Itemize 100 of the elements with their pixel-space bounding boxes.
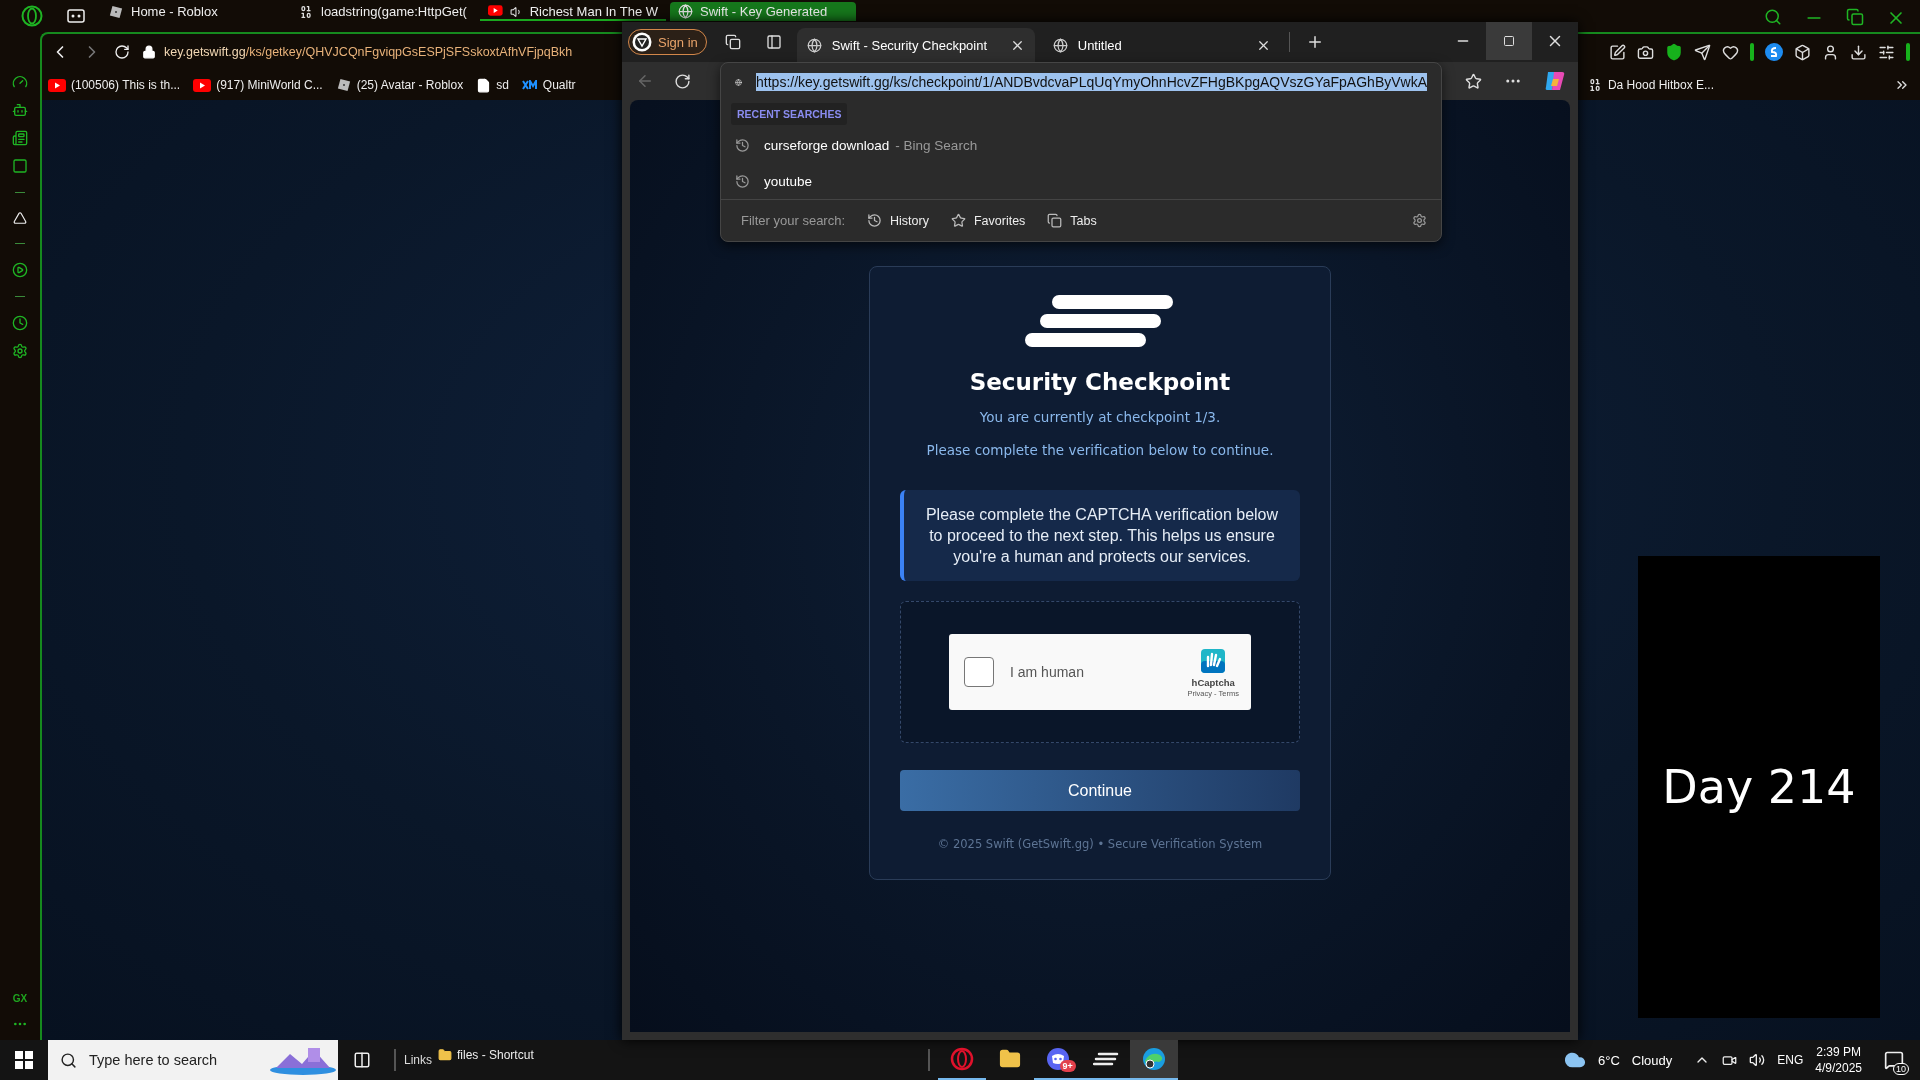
weather-temperature: 6°C [1597, 1052, 1620, 1068]
history-icon [735, 173, 750, 189]
language-indicator[interactable]: ENG [1777, 1053, 1804, 1067]
page-title: Security Checkpoint [969, 369, 1231, 395]
logo-icon [1025, 295, 1175, 347]
copilot-icon[interactable] [1544, 70, 1566, 92]
address-field[interactable]: https://key.getswift.gg/ks/checkpoint/1/ANDBvdcvaPLqUqYmyOhnHcvZFHgBKpgAQVszGYaFpAGhByVwkA [756, 73, 1427, 91]
filter-option[interactable]: Tabs [1047, 213, 1097, 228]
download-icon[interactable] [1850, 43, 1867, 61]
globe-icon [806, 37, 822, 53]
search-icon[interactable] [1764, 8, 1782, 26]
filter-option[interactable]: Favorites [950, 213, 1026, 228]
desktop-shortcut[interactable]: files - Shortcut [438, 1048, 534, 1062]
search-icon [60, 1051, 77, 1069]
folder-icon [438, 1048, 452, 1062]
gx-label: GX [12, 993, 28, 1004]
user-icon[interactable] [1822, 43, 1839, 61]
notifications-icon[interactable] [1884, 1050, 1904, 1070]
heart-icon[interactable] [1722, 43, 1739, 61]
taskbar-app[interactable] [1129, 1040, 1178, 1080]
bookmark[interactable]: (917) MiniWorld C... [193, 78, 323, 92]
folder-icon [998, 1048, 1021, 1070]
captcha-brand: hCaptcha [1191, 677, 1235, 688]
instruction-text: Please complete the verification below to continue. [926, 442, 1274, 458]
bookmark[interactable]: Da Hood Hitbox E... [1586, 77, 1714, 93]
captcha-checkbox[interactable] [964, 657, 994, 687]
triangle-icon[interactable] [13, 211, 27, 225]
section-heading: RECENT SEARCHES [731, 103, 848, 125]
settings-icon[interactable] [12, 343, 28, 359]
captcha-label: I am human [1010, 664, 1084, 680]
shield-icon[interactable] [1665, 43, 1683, 61]
favorites-icon[interactable] [1465, 72, 1482, 90]
play-icon [193, 78, 212, 92]
refresh-icon[interactable] [674, 72, 691, 90]
history-icon [867, 213, 883, 228]
opera-logo-icon[interactable] [21, 5, 43, 27]
restore-icon[interactable] [1846, 8, 1864, 26]
search-bar[interactable]: Type here to search [48, 1040, 338, 1080]
footer-text: © 2025 Swift (GetSwift.gg) • Secure Verification System [937, 837, 1263, 851]
maximize-icon[interactable] [1503, 35, 1515, 47]
ring-icon [949, 1047, 974, 1071]
star-icon [950, 213, 966, 228]
speaker-icon [509, 4, 523, 19]
sidebar-icon[interactable] [765, 34, 782, 50]
search-field[interactable]: Type here to search [87, 1051, 258, 1069]
weather-condition: Cloudy [1631, 1052, 1673, 1068]
history-icon [735, 137, 750, 153]
browser-tab[interactable]: Home - Roblox [100, 2, 286, 21]
bookmark[interactable]: Qualtr [521, 78, 576, 92]
reload-icon[interactable] [114, 44, 130, 60]
filter-option[interactable]: History [867, 213, 929, 228]
task-view-icon[interactable] [353, 1051, 371, 1069]
continue-button[interactable]: Continue [900, 770, 1300, 811]
newspaper-icon[interactable] [12, 130, 28, 146]
cube-icon[interactable] [1794, 43, 1811, 61]
globe-icon [678, 4, 693, 19]
stripes-icon [1092, 1051, 1119, 1067]
bookmark[interactable]: (100506) This is th... [48, 78, 181, 92]
play-circle-icon[interactable] [12, 262, 28, 278]
edit-icon[interactable] [1609, 43, 1626, 61]
xm-icon [521, 80, 538, 90]
wave-circle-icon [1141, 1047, 1166, 1071]
square-icon[interactable] [12, 158, 28, 174]
browser-tab[interactable]: Swift - Key Generated [670, 2, 856, 21]
tabs-icon [1047, 213, 1063, 228]
volume-icon[interactable] [1749, 1052, 1766, 1068]
bookmark[interactable]: sd [476, 77, 509, 93]
windows-icon[interactable] [15, 1051, 33, 1069]
sign-in-button[interactable]: Sign in [628, 29, 707, 55]
send-icon[interactable] [1694, 43, 1711, 61]
collections-icon[interactable] [724, 34, 741, 50]
controller-icon[interactable] [67, 9, 85, 23]
avatar-icon [632, 32, 652, 52]
swirl-icon[interactable] [1765, 43, 1783, 61]
gauge-icon[interactable] [12, 74, 28, 90]
taskbar-app[interactable]: 9+ [1033, 1040, 1082, 1080]
address-field[interactable]: key.getswift.gg/ks/getkey/QHVJCQnFgviqpGsESPjSFSskoxtAfhVFjpqBkh [164, 45, 573, 59]
search-suggestion[interactable]: curseforge download - Bing Search [721, 127, 1441, 163]
search-suggestion[interactable]: youtube [721, 163, 1441, 199]
clock[interactable]: 2:39 PM 4/9/2025 [1815, 1044, 1862, 1076]
sliders-icon[interactable] [1878, 43, 1895, 61]
settings-icon[interactable] [1412, 213, 1427, 228]
bookmark[interactable]: (25) Avatar - Roblox [335, 77, 464, 93]
browser-tab[interactable]: Richest Man In The W [480, 2, 666, 21]
day-counter: Day 214 [1662, 760, 1856, 814]
file-icon [476, 77, 492, 93]
filter-label: Filter your search: [741, 213, 846, 228]
play-icon [48, 78, 66, 92]
camera-icon[interactable] [1637, 43, 1654, 61]
globe-icon [1052, 37, 1068, 53]
robot-icon[interactable] [12, 102, 28, 118]
captcha-notice: Please complete the CAPTCHA verification below to proceed to the next step. This helps us ensure you're a human and protects our services. [900, 490, 1300, 581]
checkpoint-status: You are currently at checkpoint 1/3. [979, 409, 1221, 425]
play-icon [488, 4, 503, 17]
notification-count: 10 [1893, 1063, 1909, 1075]
browser-tab[interactable]: Untitled [1042, 28, 1281, 62]
clock-icon[interactable] [12, 315, 28, 331]
browser-tab[interactable]: loadstring(game:HttpGet( [290, 2, 476, 21]
browser-tab[interactable]: Swift - Security Checkpoint [796, 28, 1035, 62]
lock-icon [142, 45, 156, 59]
